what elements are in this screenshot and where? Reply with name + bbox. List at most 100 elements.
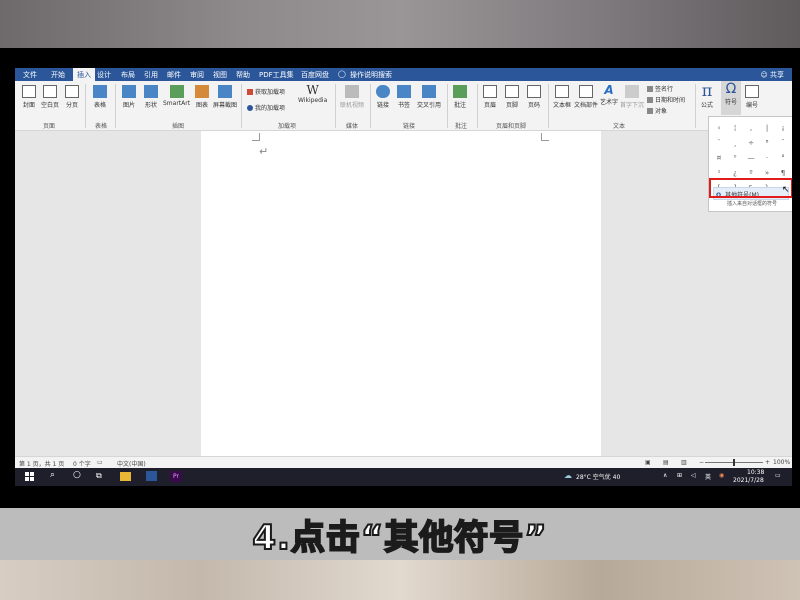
wordart-button[interactable]: A 艺术字 [600, 83, 618, 106]
zoom-level[interactable]: 100% [773, 459, 790, 466]
online-video-label: 联机视频 [340, 102, 365, 109]
tab-references[interactable]: 引用 [144, 70, 158, 80]
get-addins-button[interactable]: 获取加载项 [247, 87, 285, 96]
footer-label: 页脚 [505, 102, 518, 109]
shapes-button[interactable]: 形状 [144, 85, 158, 109]
cover-page-icon [22, 85, 36, 98]
symbol-button[interactable]: Ω 符号 [721, 81, 741, 115]
symbol-cell[interactable]: ⁰ [727, 151, 743, 166]
my-addins-button[interactable]: 我的加载项 [247, 103, 285, 112]
tab-baidu-netdisk[interactable]: 百度网盘 [301, 70, 329, 80]
equation-button[interactable]: π 公式 [701, 81, 713, 109]
volume-icon[interactable]: ◁ [691, 472, 696, 479]
share-button[interactable]: ☺ 共享 [760, 70, 784, 80]
language-indicator[interactable]: 中文(中国) [117, 459, 146, 468]
clock-time[interactable]: 10:38 [747, 469, 764, 476]
tell-me-search[interactable]: 操作说明搜索 [350, 70, 392, 80]
cross-reference-button[interactable]: 交叉引用 [417, 85, 441, 109]
symbol-cell[interactable]: · [759, 151, 775, 166]
page-number-button[interactable]: 页码 [527, 85, 541, 109]
web-layout-icon[interactable]: ▥ [681, 459, 687, 466]
comment-icon [453, 85, 467, 98]
numbering-button[interactable]: 编号 [745, 85, 759, 109]
read-mode-icon[interactable]: ▣ [645, 459, 651, 466]
symbol-cell[interactable]: — [743, 151, 759, 166]
link-button[interactable]: 链接 [376, 85, 390, 109]
proofing-icon[interactable]: ▭ [97, 459, 103, 466]
tab-mailings[interactable]: 邮件 [167, 70, 181, 80]
page-break-button[interactable]: 分页 [65, 85, 79, 109]
header-icon [483, 85, 497, 98]
print-layout-icon[interactable]: ▤ [663, 459, 669, 466]
drop-cap-button[interactable]: 首字下沉 [620, 85, 644, 109]
page-count[interactable]: 第 1 页，共 1 页 [19, 459, 64, 468]
screenshot-button[interactable]: 屏幕截图 [213, 85, 237, 109]
tab-file[interactable]: 文件 [23, 70, 37, 80]
bookmark-label: 书签 [397, 102, 410, 109]
premiere-app-icon[interactable]: Pr [170, 471, 182, 482]
symbol-cell[interactable]: ° [775, 151, 791, 166]
cover-page-button[interactable]: 封面 [22, 85, 36, 109]
online-video-button[interactable]: 联机视频 [340, 85, 364, 109]
signature-line-button[interactable]: 签名行 [647, 84, 673, 93]
symbol-cell[interactable]: ¯ [775, 136, 791, 151]
footer-button[interactable]: 页脚 [505, 85, 519, 109]
wikipedia-button[interactable]: W Wikipedia [298, 83, 327, 104]
search-icon[interactable]: ⌕ [50, 470, 55, 480]
tab-help[interactable]: 帮助 [236, 70, 250, 80]
bookmark-button[interactable]: 书签 [397, 85, 411, 109]
pi-icon: π [701, 81, 713, 100]
tab-layout[interactable]: 布局 [121, 70, 135, 80]
tab-home[interactable]: 开始 [51, 70, 65, 80]
smartart-button[interactable]: SmartArt [163, 85, 190, 107]
text-box-button[interactable]: 文本框 [553, 85, 571, 109]
blank-page-icon [43, 85, 57, 98]
date-time-button[interactable]: 日期和时间 [647, 95, 685, 104]
network-icon[interactable]: ⊞ [677, 472, 682, 479]
tab-design[interactable]: 设计 [97, 70, 111, 80]
tab-pdf-tools[interactable]: PDF工具集 [259, 70, 294, 80]
symbol-cell[interactable]: ‹ [711, 121, 727, 136]
document-page[interactable]: ↵ [201, 131, 601, 456]
comment-button[interactable]: 批注 [453, 85, 467, 109]
zoom-in-icon[interactable]: + [765, 459, 770, 466]
picture-button[interactable]: 图片 [122, 85, 136, 109]
symbol-cell[interactable]: ¤ [711, 151, 727, 166]
symbol-cell[interactable]: ¨ [711, 136, 727, 151]
windows-start-icon[interactable] [25, 472, 34, 481]
header-label: 页眉 [483, 102, 496, 109]
video-frame: 文件 开始 插入 设计 布局 引用 邮件 审阅 视图 帮助 PDF工具集 百度网… [0, 0, 800, 600]
blank-page-button[interactable]: 空白页 [41, 85, 59, 109]
object-button[interactable]: 对象 [647, 106, 667, 115]
chart-button[interactable]: 图表 [195, 85, 209, 109]
symbol-cell[interactable]: ¸ [727, 136, 743, 151]
tab-review[interactable]: 审阅 [190, 70, 204, 80]
symbol-cell[interactable]: ÷ [743, 136, 759, 151]
symbol-cell[interactable]: ‚ [743, 121, 759, 136]
file-explorer-icon[interactable] [120, 472, 131, 481]
notification-icon[interactable]: ▭ [775, 472, 781, 479]
cortana-icon[interactable]: ○ [73, 470, 81, 480]
tab-insert[interactable]: 插入 [73, 68, 95, 81]
chart-icon [195, 85, 209, 98]
clock-date[interactable]: 2021/7/28 [733, 477, 764, 484]
zoom-slider-thumb[interactable] [733, 459, 735, 466]
tab-view[interactable]: 视图 [213, 70, 227, 80]
tray-up-arrow-icon[interactable]: ∧ [663, 472, 667, 479]
symbol-cell[interactable]: ¦ [727, 121, 743, 136]
symbol-cell[interactable]: | [759, 121, 775, 136]
header-button[interactable]: 页眉 [483, 85, 497, 109]
symbol-cell[interactable]: ¡ [775, 121, 791, 136]
tray-app-icon[interactable]: ◉ [719, 472, 724, 479]
task-view-icon[interactable]: ⧉ [96, 471, 102, 481]
table-button[interactable]: 表格 [93, 85, 107, 109]
word-app-icon[interactable] [146, 471, 157, 481]
quick-parts-button[interactable]: 文档部件 [574, 85, 598, 109]
word-count[interactable]: 0 个字 [73, 459, 91, 468]
weather-text[interactable]: 28°C 空气优 40 [576, 472, 620, 481]
input-method-icon[interactable]: 英 [705, 472, 711, 481]
symbol-cell[interactable]: ⁸ [759, 136, 775, 151]
group-label-media: 媒体 [346, 123, 359, 130]
get-addins-label: 获取加载项 [255, 89, 286, 96]
zoom-out-icon[interactable]: − [699, 459, 704, 466]
